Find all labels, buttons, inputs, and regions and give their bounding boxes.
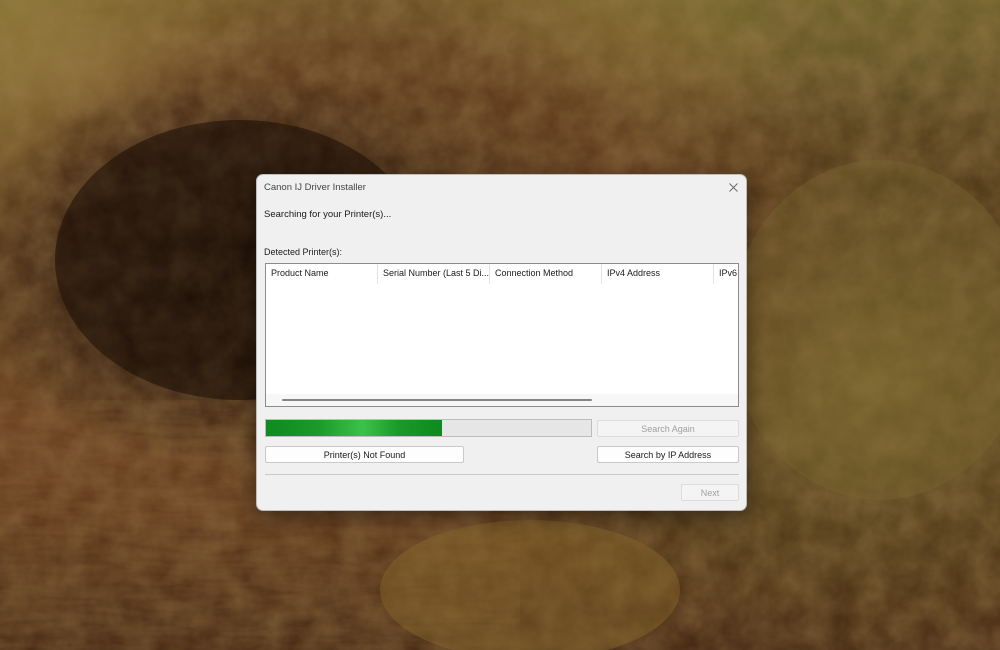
close-icon (728, 182, 738, 192)
search-by-ip-address-button[interactable]: Search by IP Address (597, 446, 739, 463)
detected-printers-table[interactable]: Product Name Serial Number (Last 5 Di...… (265, 263, 739, 407)
column-header-ipv6-address[interactable]: IPv6 (714, 264, 738, 284)
column-header-product-name[interactable]: Product Name (266, 264, 378, 284)
column-header-serial-number[interactable]: Serial Number (Last 5 Di... (378, 264, 490, 284)
divider (265, 474, 739, 475)
table-header: Product Name Serial Number (Last 5 Di...… (266, 264, 738, 284)
detected-printers-label: Detected Printer(s): (264, 247, 343, 257)
scrollbar-thumb[interactable] (282, 399, 592, 401)
search-status-text: Searching for your Printer(s)... (264, 209, 392, 220)
search-progress-bar (265, 419, 592, 437)
printers-not-found-button[interactable]: Printer(s) Not Found (265, 446, 464, 463)
horizontal-scrollbar[interactable] (266, 394, 738, 406)
search-again-button[interactable]: Search Again (597, 420, 739, 437)
column-header-connection-method[interactable]: Connection Method (490, 264, 602, 284)
window-title: Canon IJ Driver Installer (264, 182, 366, 193)
next-button[interactable]: Next (681, 484, 739, 501)
column-header-ipv4-address[interactable]: IPv4 Address (602, 264, 714, 284)
close-button[interactable] (725, 179, 741, 195)
driver-installer-dialog: Canon IJ Driver Installer Searching for … (256, 174, 747, 511)
title-bar: Canon IJ Driver Installer (257, 175, 746, 199)
progress-fill (266, 420, 442, 436)
